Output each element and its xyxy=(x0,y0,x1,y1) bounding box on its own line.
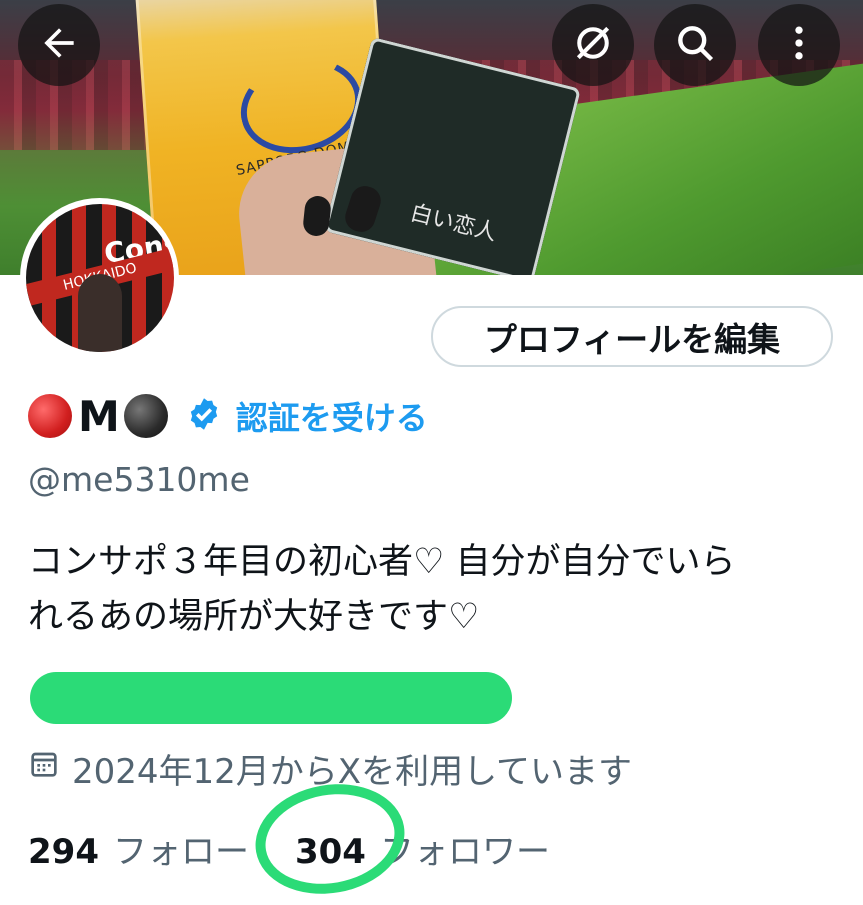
red-circle-emoji-icon xyxy=(28,394,72,438)
following-count: 294 xyxy=(28,831,99,872)
grok-icon xyxy=(571,21,615,69)
bio-line: れるあの場所が大好きです♡ xyxy=(28,597,480,637)
edit-profile-button[interactable]: プロフィールを編集 xyxy=(431,306,833,367)
bio-line: コンサポ３年目の初心者♡ 自分が自分でいら xyxy=(28,542,736,582)
more-vertical-icon xyxy=(777,21,821,69)
display-name: M 認証を受ける xyxy=(28,388,428,444)
avatar[interactable]: Cons HOKKAIDO xyxy=(20,198,179,357)
back-button[interactable] xyxy=(18,4,100,86)
get-verified-label: 認証を受ける xyxy=(235,399,428,437)
grok-button[interactable] xyxy=(552,4,634,86)
avatar-image: Cons HOKKAIDO xyxy=(25,203,174,352)
search-icon xyxy=(673,21,717,69)
following-link[interactable]: 294 フォロー xyxy=(28,824,249,873)
calendar-icon xyxy=(28,748,72,789)
back-arrow-icon xyxy=(37,21,81,69)
get-verified-link[interactable]: 認証を受ける xyxy=(186,393,428,439)
black-circle-emoji-icon xyxy=(123,394,168,438)
user-handle: @me5310me xyxy=(28,460,250,499)
redacted-link[interactable] xyxy=(30,672,512,724)
search-button[interactable] xyxy=(654,4,736,86)
verified-badge-icon xyxy=(186,396,222,436)
more-button[interactable] xyxy=(758,4,840,86)
avatar-person xyxy=(77,273,122,352)
following-label: フォロー xyxy=(112,831,249,872)
bio: コンサポ３年目の初心者♡ 自分が自分でいら れるあの場所が大好きです♡ xyxy=(28,535,838,645)
display-name-text: M xyxy=(78,391,120,441)
followers-label: フォロワー xyxy=(379,831,550,872)
